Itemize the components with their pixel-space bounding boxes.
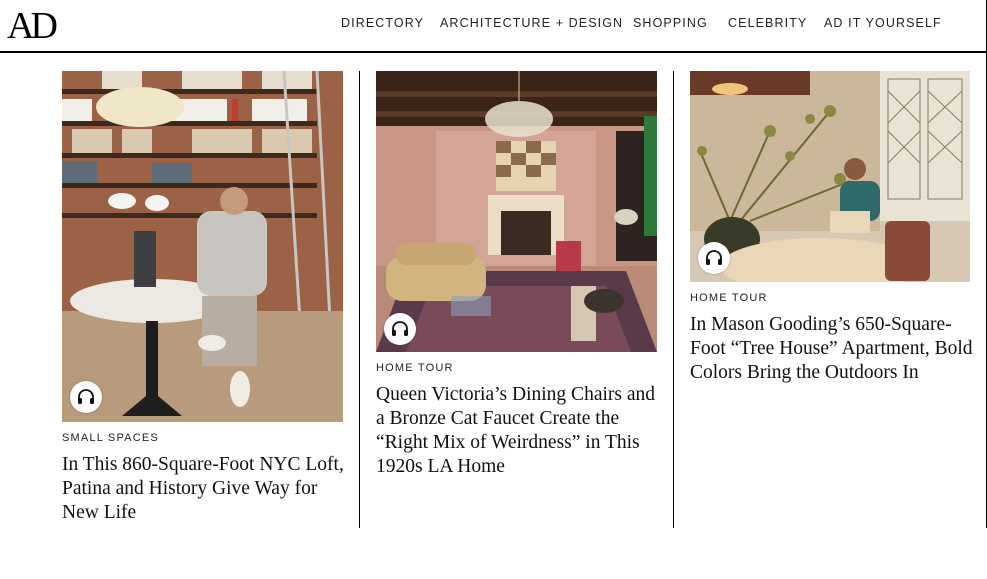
headphones-icon [392, 321, 408, 336]
article-headline[interactable]: Queen Victoria’s Dining Chairs and a Bro… [376, 383, 666, 479]
audio-button[interactable] [70, 381, 102, 413]
audio-button[interactable] [698, 242, 730, 274]
column-divider [359, 71, 360, 528]
nav-ad-it-yourself[interactable]: AD IT YOURSELF [824, 16, 942, 30]
audio-button[interactable] [384, 313, 416, 345]
nav-shopping[interactable]: SHOPPING [633, 16, 708, 30]
article-category[interactable]: SMALL SPACES [62, 432, 159, 444]
nav-architecture-design[interactable]: ARCHITECTURE + DESIGN [440, 16, 623, 30]
article-image-tree-house[interactable] [690, 71, 970, 282]
article-category[interactable]: HOME TOUR [376, 362, 454, 374]
article-headline[interactable]: In This 860-Square-Foot NYC Loft, Patina… [62, 453, 347, 525]
article-category[interactable]: HOME TOUR [690, 292, 768, 304]
article-headline[interactable]: In Mason Gooding’s 650-Square-Foot “Tree… [690, 313, 975, 385]
headphones-icon [706, 250, 722, 265]
nav-directory[interactable]: DIRECTORY [341, 16, 424, 30]
header-divider [0, 51, 987, 53]
article-image-loft[interactable] [62, 71, 343, 422]
article-image-la-home[interactable] [376, 71, 657, 352]
column-divider [673, 71, 674, 528]
ad-logo[interactable]: AD [7, 6, 58, 46]
headphones-icon [78, 389, 94, 404]
nav-celebrity[interactable]: CELEBRITY [728, 16, 807, 30]
